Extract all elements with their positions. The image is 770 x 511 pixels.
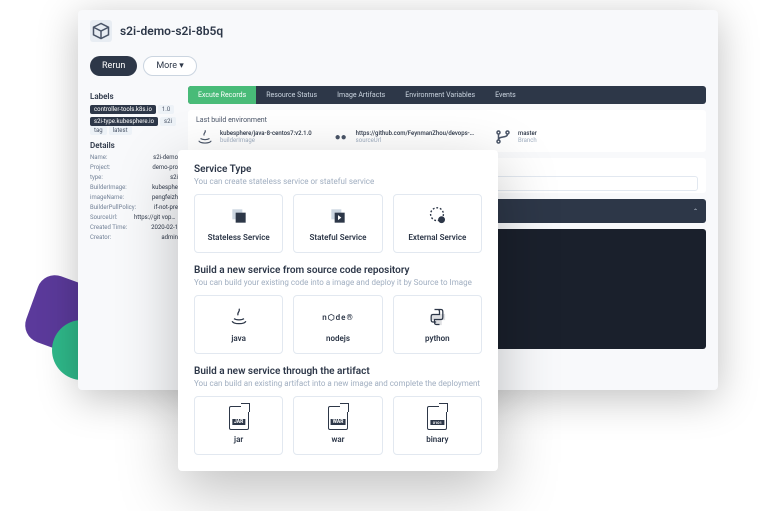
branch-icon (494, 128, 512, 146)
tile-external-service[interactable]: External Service (393, 194, 482, 253)
modal-s2-title: Build a new service from source code rep… (194, 265, 482, 276)
tile-jar[interactable]: JAR jar (194, 396, 283, 455)
chevron-up-icon: ⌃ (693, 208, 698, 215)
tab-env-variables[interactable]: Environment Variables (395, 86, 485, 104)
detail-row: BuilderPullPolicy:if-not-pre (90, 204, 178, 211)
env-source-url: ●● https://github.com/FeynmanZhou/devops… (332, 128, 474, 146)
modal-s1-title: Service Type (194, 164, 482, 175)
python-icon (427, 306, 447, 328)
tile-nodejs[interactable]: n⬡de® nodejs (293, 295, 382, 354)
tile-war[interactable]: WAR war (293, 396, 382, 455)
detail-row: type:s2i (90, 174, 178, 181)
jar-icon: JAR (229, 407, 249, 429)
detail-row: imageName:pengfeizh (90, 194, 178, 201)
war-icon: WAR (328, 407, 348, 429)
stateful-icon (328, 205, 348, 227)
tile-stateful-service[interactable]: Stateful Service (293, 194, 382, 253)
tile-python[interactable]: python (393, 295, 482, 354)
sidebar: Labels controller-tools.k8s.io1.0 s2i-ty… (90, 86, 178, 349)
stateless-icon (229, 205, 249, 227)
modal-s3-title: Build a new service through the artifact (194, 366, 482, 377)
env-branch: masterBranch (494, 128, 537, 146)
detail-row: Creator:admin (90, 234, 178, 241)
env-builder-image: kubesphere/java-8-centos7:v2.1.0builderI… (196, 128, 312, 146)
last-build-title: Last build environment (196, 116, 698, 124)
tab-execute-records[interactable]: Excute Records (188, 86, 256, 104)
modal-s2-sub: You can build your existing code into a … (194, 278, 482, 287)
binary-icon: 0101 (427, 407, 447, 429)
source-icon: ●● (332, 128, 350, 146)
rerun-button[interactable]: Rerun (90, 56, 137, 76)
detail-row: SourceUrl:https://git vops-java (90, 214, 178, 221)
more-button[interactable]: More ▾ (143, 56, 196, 76)
modal-s3-sub: You can build an existing artifact into … (194, 379, 482, 388)
detail-row: Project:demo-pro (90, 164, 178, 171)
tabs: Excute Records Resource Status Image Art… (188, 86, 706, 104)
nodejs-icon: n⬡de® (322, 306, 354, 328)
external-icon (426, 205, 448, 227)
labels-heading: Labels (90, 92, 178, 101)
label-row: s2i-type.kubesphere.ios2i taglatest (90, 117, 178, 135)
java-icon (196, 128, 214, 146)
detail-row: BuilderImage:kubesphe (90, 184, 178, 191)
tab-events[interactable]: Events (485, 86, 526, 104)
detail-row: Created Time:2020-02-1 (90, 224, 178, 231)
tab-image-artifacts[interactable]: Image Artifacts (327, 86, 395, 104)
tab-resource-status[interactable]: Resource Status (256, 86, 327, 104)
label-row: controller-tools.k8s.io1.0 (90, 105, 178, 114)
modal-s1-sub: You can create stateless service or stat… (194, 177, 482, 186)
tile-binary[interactable]: 0101 binary (393, 396, 482, 455)
page-title: s2i-demo-s2i-8b5q (120, 24, 223, 38)
detail-row: Name:s2i-demo (90, 154, 178, 161)
service-type-modal: Service Type You can create stateless se… (178, 150, 498, 471)
java-icon (229, 306, 249, 328)
tile-stateless-service[interactable]: Stateless Service (194, 194, 283, 253)
last-build-card: Last build environment kubesphere/java-8… (188, 110, 706, 152)
details-heading: Details (90, 141, 178, 150)
cube-icon (90, 20, 112, 42)
tile-java[interactable]: java (194, 295, 283, 354)
